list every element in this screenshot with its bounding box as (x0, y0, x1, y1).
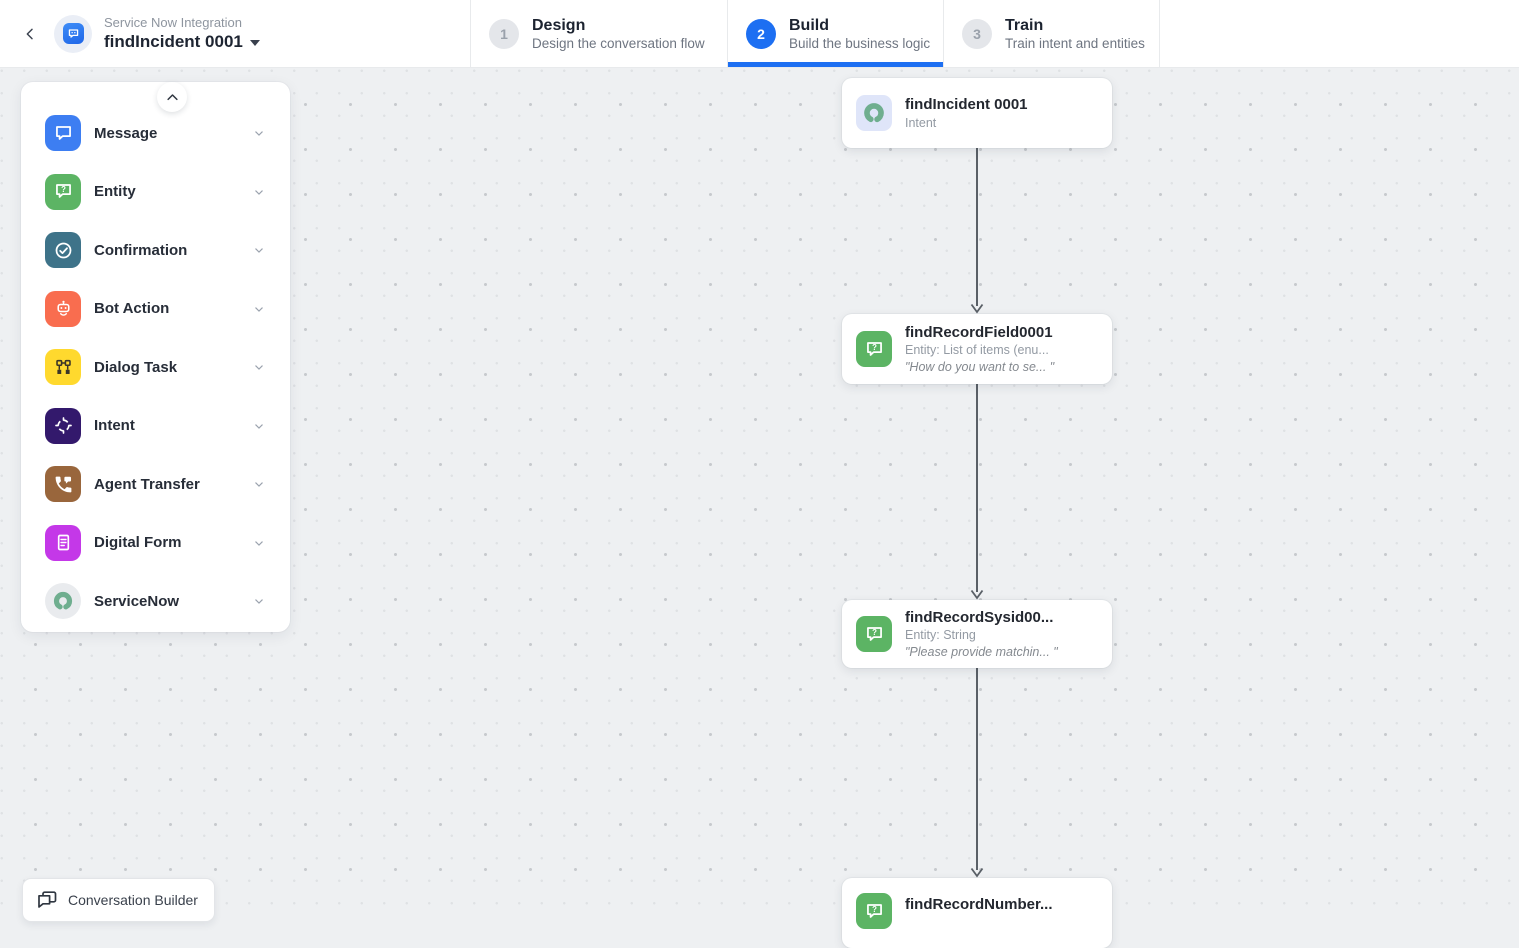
step-subtitle: Train intent and entities (1005, 36, 1145, 52)
palette-item-label: Dialog Task (94, 358, 178, 376)
palette-item-intent[interactable]: Intent (21, 397, 290, 456)
chevron-down-icon[interactable] (252, 594, 266, 608)
svg-text:?: ? (872, 905, 877, 914)
node-subtitle: Intent (905, 115, 937, 130)
confirmation-icon (45, 232, 81, 269)
svg-text:?: ? (872, 343, 877, 352)
entity-icon: ? (856, 616, 892, 652)
app-avatar (54, 14, 92, 53)
palette-item-label: Bot Action (94, 300, 170, 318)
chevron-down-icon[interactable] (252, 360, 266, 374)
palette-item-confirmation[interactable]: Confirmation (21, 221, 290, 280)
flow-node-findincident[interactable]: findIncident 0001 Intent (842, 78, 1112, 148)
step-number: 3 (962, 18, 992, 49)
node-prompt: "Please provide matchin... " (905, 644, 1058, 659)
chevron-down-icon[interactable] (252, 302, 266, 316)
step-number: 2 (746, 18, 776, 49)
digital-form-icon (45, 524, 81, 561)
flow-node-findrecordsysid[interactable]: ? findRecordSysid00... Entity: String "P… (842, 600, 1112, 668)
connector-arrow (970, 148, 984, 314)
bot-action-icon (45, 290, 81, 327)
palette-item-message[interactable]: Message (21, 104, 290, 163)
step-subtitle: Design the conversation flow (532, 36, 705, 52)
step-title: Design (532, 16, 586, 34)
workflow-steps: 1 Design Design the conversation flow 2 … (470, 0, 1160, 67)
bot-app-icon (62, 23, 84, 44)
intent-icon (45, 407, 81, 444)
dialog-task-icon (45, 349, 81, 386)
header-task-info: Service Now Integration findIncident 000… (0, 0, 470, 67)
chevron-down-icon[interactable] (252, 419, 266, 433)
flow-node-findrecordfield[interactable]: ? findRecordField0001 Entity: List of it… (842, 314, 1112, 384)
node-subtitle: Entity: List of items (enu... (905, 343, 1049, 358)
entity-icon: ? (856, 331, 892, 367)
chevron-down-icon[interactable] (252, 536, 266, 550)
svg-text:?: ? (61, 185, 66, 194)
step-title: Train (1005, 16, 1044, 34)
palette-item-label: Intent (94, 417, 135, 435)
conversation-builder-badge[interactable]: Conversation Builder (22, 878, 215, 922)
node-palette: Message ? Entity Confirmation Bot Action (21, 82, 290, 632)
tab-design[interactable]: 1 Design Design the conversation flow (470, 0, 727, 67)
entity-icon: ? (856, 893, 892, 929)
flow-node-findrecordnumber[interactable]: ? findRecordNumber... (842, 878, 1112, 948)
tab-build[interactable]: 2 Build Build the business logic (727, 0, 943, 67)
badge-label: Conversation Builder (68, 892, 198, 908)
step-subtitle: Build the business logic (789, 36, 931, 52)
chevron-down-icon[interactable] (252, 126, 266, 140)
node-title: findIncident 0001 (905, 95, 1028, 113)
node-title: findRecordNumber... (905, 896, 1053, 913)
step-number: 1 (489, 18, 519, 49)
node-title: findRecordSysid00... (905, 608, 1054, 626)
servicenow-icon (45, 583, 81, 620)
step-title: Build (789, 16, 829, 34)
caret-down-icon (249, 40, 260, 47)
flow-canvas[interactable]: Message ? Entity Confirmation Bot Action (0, 68, 1519, 948)
connector-arrow (970, 384, 984, 600)
palette-item-label: Entity (94, 183, 136, 201)
palette-item-label: Agent Transfer (94, 475, 200, 493)
message-icon (45, 115, 81, 152)
palette-item-bot-action[interactable]: Bot Action (21, 280, 290, 339)
node-subtitle: Entity: String (905, 628, 976, 643)
node-title: findRecordField0001 (905, 323, 1053, 341)
palette-collapse-button[interactable] (157, 82, 187, 112)
servicenow-intent-icon (856, 95, 892, 131)
palette-item-servicenow[interactable]: ServiceNow (21, 572, 290, 631)
palette-item-entity[interactable]: ? Entity (21, 163, 290, 222)
palette-item-digital-form[interactable]: Digital Form (21, 514, 290, 573)
entity-icon: ? (45, 173, 81, 210)
connector-arrow (970, 667, 984, 878)
chevron-down-icon[interactable] (252, 243, 266, 257)
palette-item-label: Message (94, 124, 158, 142)
chevron-left-icon (26, 28, 33, 39)
chevron-down-icon[interactable] (252, 185, 266, 199)
back-button[interactable] (14, 18, 46, 50)
chevron-up-icon (166, 93, 178, 100)
top-header: Service Now Integration findIncident 000… (0, 0, 1519, 68)
svg-text:?: ? (872, 628, 877, 637)
palette-item-agent-transfer[interactable]: Agent Transfer (21, 455, 290, 514)
node-prompt: "How do you want to se... " (905, 359, 1055, 374)
agent-transfer-icon (45, 466, 81, 503)
chevron-down-icon[interactable] (252, 477, 266, 491)
app-name-label: Service Now Integration (104, 14, 243, 30)
chat-bubbles-icon (38, 891, 57, 908)
palette-item-label: Confirmation (94, 241, 188, 259)
task-name-dropdown[interactable]: findIncident 0001 (104, 31, 260, 52)
palette-item-label: Digital Form (94, 534, 182, 552)
palette-item-label: ServiceNow (94, 592, 180, 610)
task-name-label: findIncident 0001 (104, 32, 243, 51)
palette-item-dialog-task[interactable]: Dialog Task (21, 338, 290, 397)
tab-train[interactable]: 3 Train Train intent and entities (943, 0, 1160, 67)
